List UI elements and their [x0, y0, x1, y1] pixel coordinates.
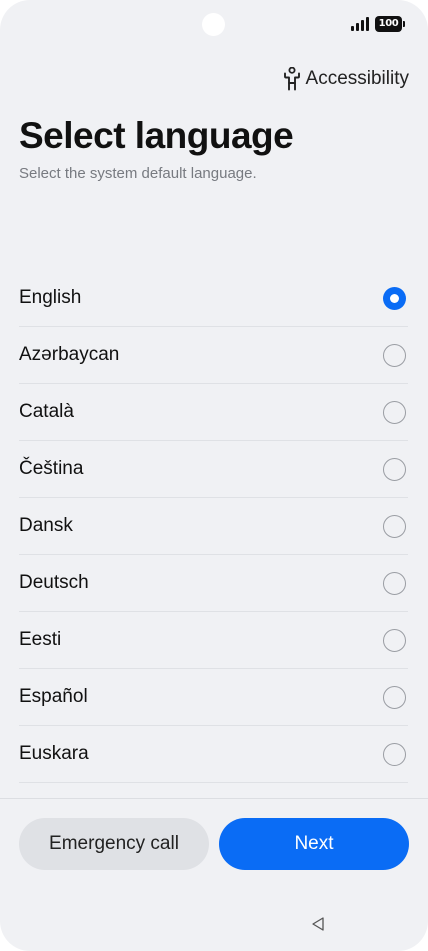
signal-icon	[351, 17, 371, 31]
language-item[interactable]: Euskara	[19, 726, 408, 783]
language-label: Español	[19, 686, 88, 707]
radio-unselected-icon[interactable]	[383, 515, 406, 538]
radio-unselected-icon[interactable]	[383, 401, 406, 424]
language-item[interactable]: Dansk	[19, 498, 408, 555]
language-label: Eesti	[19, 629, 62, 650]
radio-unselected-icon[interactable]	[383, 743, 406, 766]
page-title: Select language	[19, 115, 294, 156]
radio-unselected-icon[interactable]	[383, 629, 406, 652]
language-label: English	[19, 287, 82, 308]
radio-unselected-icon[interactable]	[383, 344, 406, 367]
emergency-call-button[interactable]: Emergency call	[19, 818, 209, 870]
page-subtitle: Select the system default language.	[19, 165, 257, 182]
language-label: Čeština	[19, 458, 84, 479]
radio-selected-icon[interactable]	[383, 287, 406, 310]
language-item[interactable]: Azərbaycan	[19, 327, 408, 384]
language-item[interactable]: Eesti	[19, 612, 408, 669]
radio-unselected-icon[interactable]	[383, 458, 406, 481]
accessibility-label: Accessibility	[305, 68, 409, 89]
front-camera	[202, 13, 225, 36]
language-list: English Azərbaycan Català Čeština Dansk Deuts…	[19, 270, 408, 783]
footer-divider	[0, 798, 428, 799]
language-item[interactable]: Català	[19, 384, 408, 441]
language-label: Azərbaycan	[19, 344, 120, 365]
language-label: Euskara	[19, 743, 89, 764]
language-label: Deutsch	[19, 572, 89, 593]
accessibility-icon	[283, 67, 300, 91]
back-triangle-icon[interactable]	[310, 916, 326, 932]
language-item[interactable]: Deutsch	[19, 555, 408, 612]
next-label: Next	[294, 833, 334, 854]
language-label: Dansk	[19, 515, 73, 536]
language-item[interactable]: Čeština	[19, 441, 408, 498]
setup-screen: 100 Accessibility Select language Select…	[0, 0, 428, 951]
radio-unselected-icon[interactable]	[383, 572, 406, 595]
battery-level: 100	[378, 18, 399, 29]
accessibility-button[interactable]: Accessibility	[283, 66, 409, 92]
language-item[interactable]: English	[19, 270, 408, 327]
emergency-call-label: Emergency call	[49, 833, 179, 854]
radio-unselected-icon[interactable]	[383, 686, 406, 709]
battery-icon: 100	[375, 16, 405, 32]
language-item[interactable]: Español	[19, 669, 408, 726]
next-button[interactable]: Next	[219, 818, 409, 870]
language-label: Català	[19, 401, 74, 422]
